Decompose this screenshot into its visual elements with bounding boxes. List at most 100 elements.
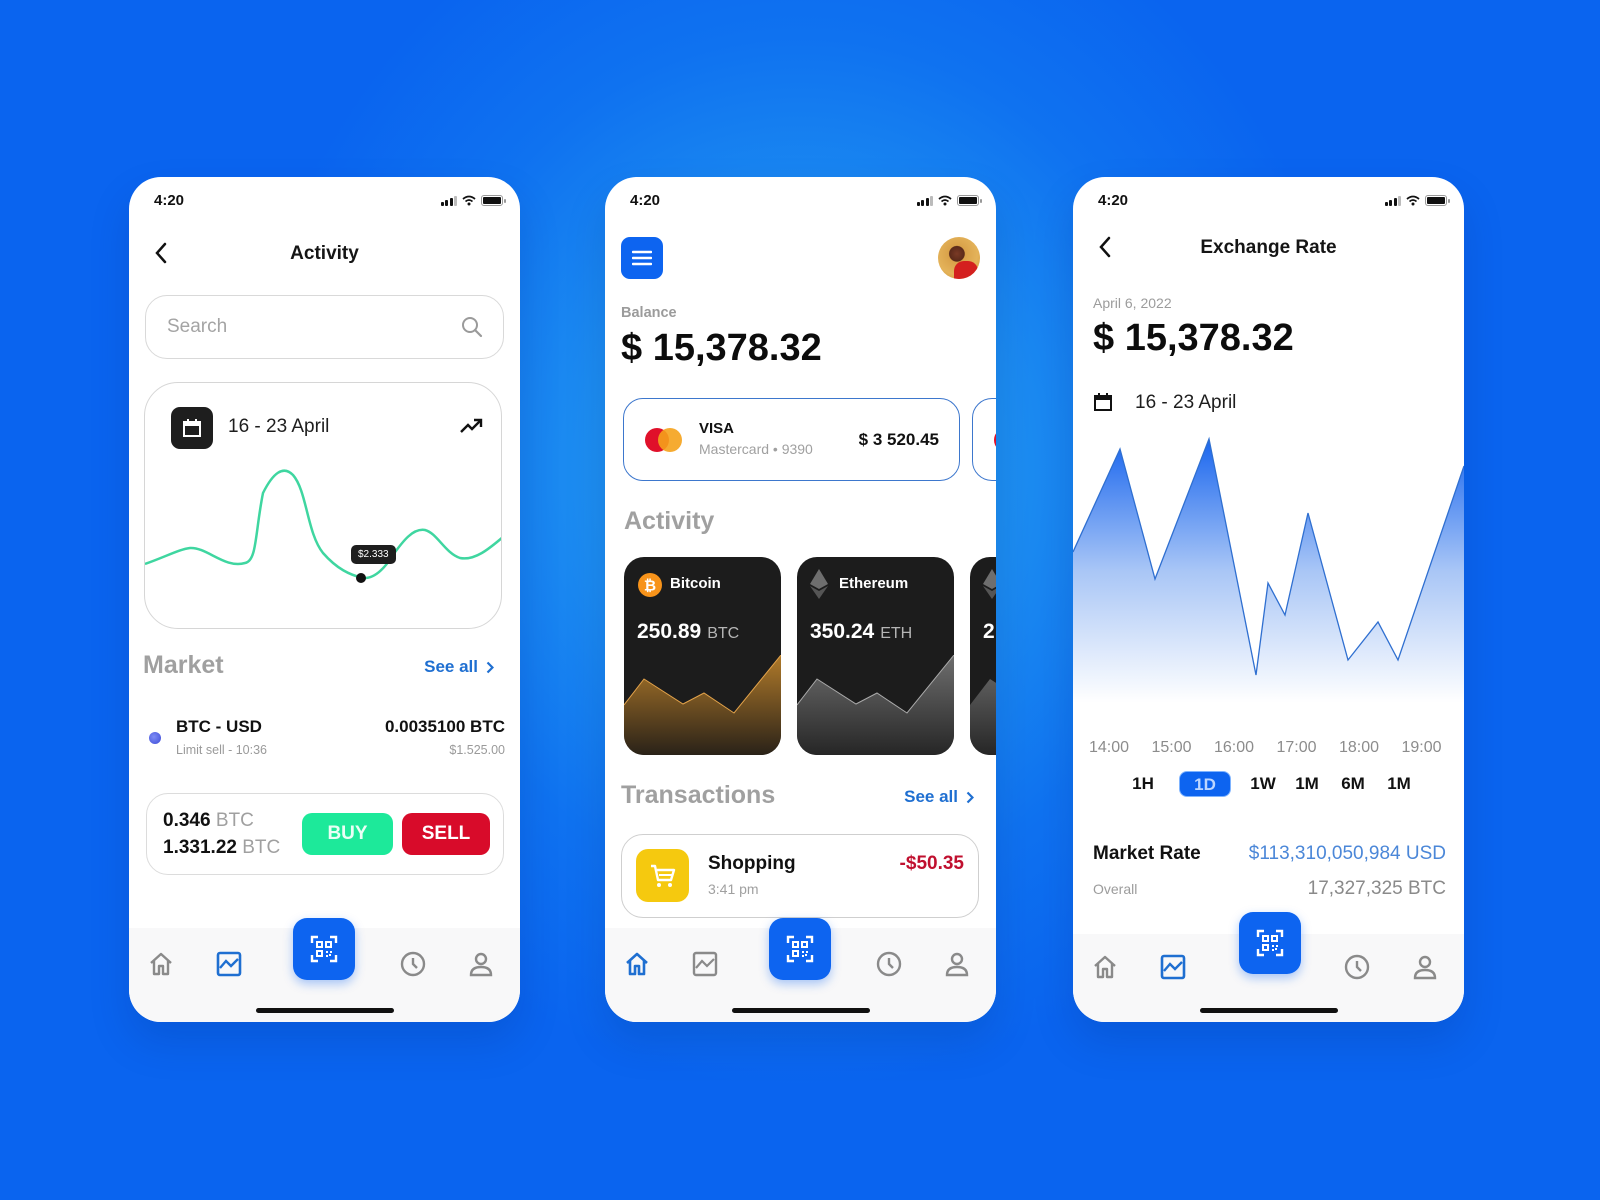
- search-icon[interactable]: [461, 316, 483, 338]
- signal-icon: [916, 195, 933, 206]
- signal-icon: [440, 195, 457, 206]
- coin-value: 250.89: [637, 620, 702, 643]
- balance-label: Balance: [621, 305, 677, 321]
- pair-usd: $1.525.00: [449, 743, 505, 757]
- calendar-icon[interactable]: [1093, 392, 1113, 412]
- coin-name: Ethereum: [839, 575, 909, 592]
- battery-icon: [957, 195, 982, 206]
- time-axis: 14:00 15:00 16:00 17:00 18:00 19:00: [1089, 739, 1464, 757]
- chevron-right-icon: [486, 661, 494, 673]
- trade-line-2: 1.331.22 BTC: [163, 837, 280, 859]
- nav-home-icon[interactable]: [624, 951, 650, 977]
- exchange-date: April 6, 2022: [1093, 295, 1172, 311]
- coin-card-ethereum[interactable]: Ethereum 350.24 ETH: [797, 557, 954, 755]
- coin-card-next[interactable]: 2: [970, 557, 996, 755]
- payment-card-next[interactable]: [972, 398, 996, 481]
- nav-chart-icon[interactable]: [1160, 954, 1186, 980]
- transaction-amount: -$50.35: [899, 853, 964, 874]
- home-screen: 4:20 Balance $ 15,378.32 VISA Mastercard…: [605, 177, 996, 1022]
- coin-amount: 350.24 ETH: [810, 620, 912, 644]
- chevron-right-icon: [966, 791, 974, 803]
- scan-qr-button[interactable]: [1239, 912, 1301, 974]
- card-amount: $ 3 520.45: [858, 430, 939, 449]
- battery-icon: [481, 195, 506, 206]
- nav-history-icon[interactable]: [876, 951, 902, 977]
- nav-home-icon[interactable]: [148, 951, 174, 977]
- signal-icon: [1384, 195, 1401, 206]
- status-bar: 4:20: [129, 189, 520, 213]
- buy-button[interactable]: BUY: [302, 813, 393, 855]
- nav-profile-icon[interactable]: [468, 951, 494, 977]
- search-field[interactable]: [145, 295, 504, 359]
- nav-history-icon[interactable]: [400, 951, 426, 977]
- exchange-rate-screen: 4:20 Exchange Rate April 6, 2022 $ 15,37…: [1073, 177, 1464, 1022]
- bitcoin-sparkline: [624, 655, 781, 755]
- pair-amount: 0.0035100 BTC: [384, 717, 505, 736]
- market-see-all-link[interactable]: See all: [424, 657, 494, 677]
- coin-unit: ETH: [880, 625, 913, 642]
- balance-amount: $ 15,378.32: [621, 327, 822, 369]
- wifi-icon: [462, 195, 476, 206]
- search-input[interactable]: [167, 316, 447, 338]
- trade-unit-2: BTC: [242, 837, 281, 858]
- home-indicator: [732, 1008, 870, 1013]
- shopping-icon-badge: [636, 849, 689, 902]
- trade-line-1: 0.346 BTC: [163, 810, 254, 832]
- overall-value: 17,327,325 BTC: [1307, 878, 1446, 899]
- hamburger-menu-icon: [632, 250, 652, 266]
- mastercard-logo-icon: [645, 428, 682, 452]
- transactions-title: Transactions: [621, 781, 776, 809]
- shopping-cart-icon: [650, 864, 675, 887]
- tab-6m[interactable]: 6M: [1333, 771, 1373, 797]
- transaction-item[interactable]: Shopping 3:41 pm -$50.35: [621, 834, 979, 918]
- nav-profile-icon[interactable]: [944, 951, 970, 977]
- nav-home-icon[interactable]: [1092, 954, 1118, 980]
- tab-1h[interactable]: 1H: [1121, 771, 1165, 797]
- time-label: 14:00: [1089, 739, 1130, 756]
- qr-scan-icon: [310, 935, 338, 963]
- market-rate-value: $113,310,050,984 USD: [1248, 843, 1446, 864]
- nav-chart-icon[interactable]: [216, 951, 242, 977]
- time-label: 16:00: [1214, 739, 1255, 756]
- transactions-see-all-link[interactable]: See all: [904, 787, 974, 807]
- trade-value-2: 1.331.22: [163, 837, 237, 858]
- status-time: 4:20: [630, 192, 661, 209]
- tab-1m[interactable]: 1M: [1287, 771, 1327, 797]
- sell-button[interactable]: SELL: [402, 813, 490, 855]
- transaction-time: 3:41 pm: [708, 881, 759, 897]
- payment-card[interactable]: VISA Mastercard • 9390 $ 3 520.45: [623, 398, 960, 481]
- coin-unit: BTC: [707, 625, 740, 642]
- coin-amount: 250.89 BTC: [637, 620, 739, 644]
- tab-1d[interactable]: 1D: [1179, 771, 1231, 797]
- menu-button[interactable]: [621, 237, 663, 279]
- coin-value: 2: [983, 620, 995, 643]
- status-time: 4:20: [154, 192, 185, 209]
- exchange-area-chart: [1073, 436, 1464, 703]
- ethereum-icon: [810, 569, 828, 599]
- coin-card-bitcoin[interactable]: ₿ Bitcoin 250.89 BTC: [624, 557, 781, 755]
- nav-history-icon[interactable]: [1344, 954, 1370, 980]
- status-bar: 4:20: [1073, 189, 1464, 213]
- nav-chart-icon[interactable]: [692, 951, 718, 977]
- coin-value: 350.24: [810, 620, 875, 643]
- scan-qr-button[interactable]: [769, 918, 831, 980]
- tab-1m-alt[interactable]: 1M: [1379, 771, 1419, 797]
- ethereum-sparkline: [797, 655, 954, 755]
- range-tabs: 1H 1D 1W 1M 6M 1M: [1121, 771, 1419, 797]
- activity-line: [145, 469, 501, 580]
- card-brand: VISA: [699, 420, 735, 437]
- qr-scan-icon: [1256, 929, 1284, 957]
- trade-card: 0.346 BTC 1.331.22 BTC BUY SELL: [146, 793, 504, 875]
- avatar[interactable]: [938, 237, 980, 279]
- status-time: 4:20: [1098, 192, 1129, 209]
- time-label: 15:00: [1151, 739, 1192, 756]
- activity-screen: 4:20 Activity 16 - 23 April $2.333 Marke…: [129, 177, 520, 1022]
- status-icons: [1384, 195, 1450, 206]
- tab-1w[interactable]: 1W: [1243, 771, 1283, 797]
- home-indicator: [1200, 1008, 1338, 1013]
- market-list-item[interactable]: BTC - USD Limit sell - 10:36 0.0035100 B…: [143, 717, 505, 767]
- time-label: 18:00: [1339, 739, 1380, 756]
- trade-unit-1: BTC: [215, 810, 254, 831]
- nav-profile-icon[interactable]: [1412, 954, 1438, 980]
- scan-qr-button[interactable]: [293, 918, 355, 980]
